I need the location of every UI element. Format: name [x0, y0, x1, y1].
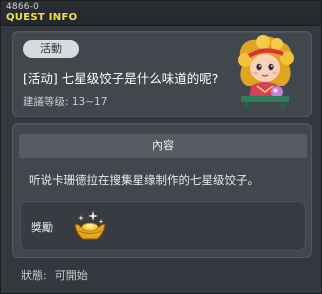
- reward-label: 獎勵: [31, 221, 53, 234]
- quest-id: 4866-0: [6, 2, 40, 12]
- quest-name: [活动] 七星级饺子是什么味道的呢?: [23, 71, 219, 86]
- status-value: 可開始: [54, 269, 88, 282]
- quest-description: 听说卡珊德拉在搜集星缘制作的七星级饺子。: [29, 173, 259, 187]
- reward-panel: 獎勵: [20, 201, 306, 251]
- npc-portrait-icon: [238, 35, 294, 109]
- quest-content-card: 內容 听说卡珊德拉在搜集星缘制作的七星级饺子。 獎勵: [12, 123, 312, 258]
- gold-ingot-icon[interactable]: [71, 209, 109, 243]
- category-badge: 活動: [23, 40, 79, 58]
- quest-summary-card: 活動 [活动] 七星级饺子是什么味道的呢? 建議等级: 13~17: [12, 31, 312, 117]
- title-bar[interactable]: 4866-0 QUEST INFO: [1, 1, 321, 26]
- window-title: QUEST INFO: [6, 12, 78, 23]
- recommended-level: 建議等级: 13~17: [23, 96, 108, 108]
- quest-info-window: 4866-0 QUEST INFO 活動 [活动] 七星级饺子是什么味道的呢? …: [0, 0, 322, 294]
- content-header: 內容: [19, 134, 307, 158]
- status-label: 狀態:: [21, 269, 47, 282]
- quest-status: 狀態: 可開始: [21, 267, 96, 283]
